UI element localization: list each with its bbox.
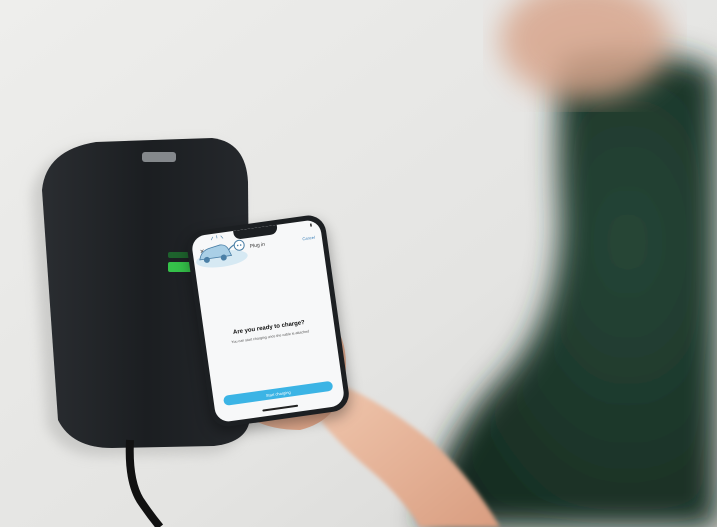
smartphone: ▮ ✕ Plug in Cancel Are you ready to char… [184,213,352,429]
start-charging-button[interactable]: Start charging [222,380,334,406]
phone-screen: ▮ ✕ Plug in Cancel Are you ready to char… [190,218,346,424]
home-indicator [262,404,299,412]
photo-scene: ▮ ✕ Plug in Cancel Are you ready to char… [0,0,717,527]
background-photo [0,0,717,527]
car-charger-plug-icon [196,235,248,268]
nav-title: Plug in [249,241,266,250]
battery-icon: ▮ [309,221,313,228]
cancel-link[interactable]: Cancel [302,235,315,242]
